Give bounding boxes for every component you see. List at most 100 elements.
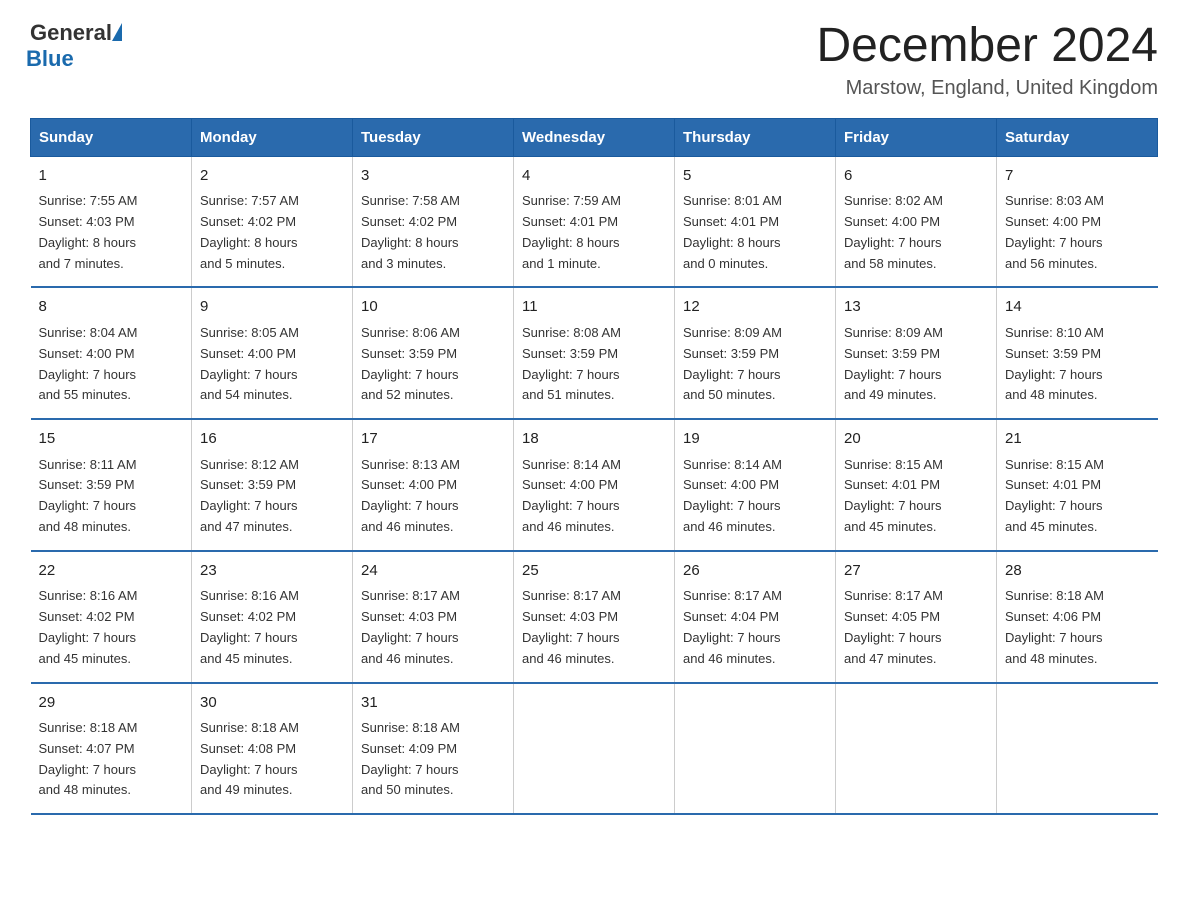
day-cell: 1 Sunrise: 7:55 AMSunset: 4:03 PMDayligh… xyxy=(31,156,192,287)
day-cell xyxy=(675,683,836,815)
day-cell: 24 Sunrise: 8:17 AMSunset: 4:03 PMDaylig… xyxy=(353,551,514,683)
day-cell: 12 Sunrise: 8:09 AMSunset: 3:59 PMDaylig… xyxy=(675,287,836,419)
day-info: Sunrise: 8:01 AMSunset: 4:01 PMDaylight:… xyxy=(683,191,827,274)
logo: General Blue xyxy=(30,20,122,72)
day-number: 11 xyxy=(522,296,666,319)
day-cell: 28 Sunrise: 8:18 AMSunset: 4:06 PMDaylig… xyxy=(997,551,1158,683)
day-info: Sunrise: 8:04 AMSunset: 4:00 PMDaylight:… xyxy=(39,323,184,406)
day-cell: 13 Sunrise: 8:09 AMSunset: 3:59 PMDaylig… xyxy=(836,287,997,419)
day-number: 12 xyxy=(683,296,827,319)
day-cell: 31 Sunrise: 8:18 AMSunset: 4:09 PMDaylig… xyxy=(353,683,514,815)
day-number: 24 xyxy=(361,560,505,583)
day-cell: 17 Sunrise: 8:13 AMSunset: 4:00 PMDaylig… xyxy=(353,419,514,551)
day-info: Sunrise: 8:18 AMSunset: 4:09 PMDaylight:… xyxy=(361,718,505,801)
day-info: Sunrise: 8:17 AMSunset: 4:05 PMDaylight:… xyxy=(844,586,988,669)
day-cell: 14 Sunrise: 8:10 AMSunset: 3:59 PMDaylig… xyxy=(997,287,1158,419)
day-info: Sunrise: 8:10 AMSunset: 3:59 PMDaylight:… xyxy=(1005,323,1150,406)
day-info: Sunrise: 8:02 AMSunset: 4:00 PMDaylight:… xyxy=(844,191,988,274)
day-cell: 11 Sunrise: 8:08 AMSunset: 3:59 PMDaylig… xyxy=(514,287,675,419)
day-number: 7 xyxy=(1005,165,1150,188)
day-info: Sunrise: 8:18 AMSunset: 4:08 PMDaylight:… xyxy=(200,718,344,801)
day-info: Sunrise: 8:11 AMSunset: 3:59 PMDaylight:… xyxy=(39,455,184,538)
day-cell: 2 Sunrise: 7:57 AMSunset: 4:02 PMDayligh… xyxy=(192,156,353,287)
logo-triangle-icon xyxy=(112,23,122,41)
day-cell: 4 Sunrise: 7:59 AMSunset: 4:01 PMDayligh… xyxy=(514,156,675,287)
day-number: 9 xyxy=(200,296,344,319)
day-info: Sunrise: 8:15 AMSunset: 4:01 PMDaylight:… xyxy=(844,455,988,538)
day-number: 10 xyxy=(361,296,505,319)
day-number: 21 xyxy=(1005,428,1150,451)
header-row: SundayMondayTuesdayWednesdayThursdayFrid… xyxy=(31,118,1158,156)
week-row-3: 15 Sunrise: 8:11 AMSunset: 3:59 PMDaylig… xyxy=(31,419,1158,551)
day-number: 14 xyxy=(1005,296,1150,319)
day-number: 25 xyxy=(522,560,666,583)
day-cell xyxy=(514,683,675,815)
day-info: Sunrise: 8:18 AMSunset: 4:07 PMDaylight:… xyxy=(39,718,184,801)
day-number: 18 xyxy=(522,428,666,451)
day-cell: 20 Sunrise: 8:15 AMSunset: 4:01 PMDaylig… xyxy=(836,419,997,551)
day-number: 27 xyxy=(844,560,988,583)
day-number: 22 xyxy=(39,560,184,583)
day-cell: 7 Sunrise: 8:03 AMSunset: 4:00 PMDayligh… xyxy=(997,156,1158,287)
day-cell: 23 Sunrise: 8:16 AMSunset: 4:02 PMDaylig… xyxy=(192,551,353,683)
day-cell: 27 Sunrise: 8:17 AMSunset: 4:05 PMDaylig… xyxy=(836,551,997,683)
week-row-4: 22 Sunrise: 8:16 AMSunset: 4:02 PMDaylig… xyxy=(31,551,1158,683)
day-cell: 5 Sunrise: 8:01 AMSunset: 4:01 PMDayligh… xyxy=(675,156,836,287)
week-row-5: 29 Sunrise: 8:18 AMSunset: 4:07 PMDaylig… xyxy=(31,683,1158,815)
day-number: 13 xyxy=(844,296,988,319)
day-cell: 30 Sunrise: 8:18 AMSunset: 4:08 PMDaylig… xyxy=(192,683,353,815)
page-header: General Blue December 2024 Marstow, Engl… xyxy=(30,20,1158,100)
logo-general-text: General xyxy=(30,20,112,46)
day-cell: 19 Sunrise: 8:14 AMSunset: 4:00 PMDaylig… xyxy=(675,419,836,551)
day-cell: 18 Sunrise: 8:14 AMSunset: 4:00 PMDaylig… xyxy=(514,419,675,551)
day-number: 28 xyxy=(1005,560,1150,583)
title-section: December 2024 Marstow, England, United K… xyxy=(816,20,1158,100)
day-cell: 10 Sunrise: 8:06 AMSunset: 3:59 PMDaylig… xyxy=(353,287,514,419)
day-info: Sunrise: 8:17 AMSunset: 4:03 PMDaylight:… xyxy=(522,586,666,669)
day-info: Sunrise: 8:14 AMSunset: 4:00 PMDaylight:… xyxy=(522,455,666,538)
day-info: Sunrise: 8:18 AMSunset: 4:06 PMDaylight:… xyxy=(1005,586,1150,669)
header-cell-tuesday: Tuesday xyxy=(353,118,514,156)
header-cell-friday: Friday xyxy=(836,118,997,156)
day-cell xyxy=(836,683,997,815)
header-cell-thursday: Thursday xyxy=(675,118,836,156)
day-number: 31 xyxy=(361,692,505,715)
day-cell: 26 Sunrise: 8:17 AMSunset: 4:04 PMDaylig… xyxy=(675,551,836,683)
day-info: Sunrise: 8:06 AMSunset: 3:59 PMDaylight:… xyxy=(361,323,505,406)
day-cell: 22 Sunrise: 8:16 AMSunset: 4:02 PMDaylig… xyxy=(31,551,192,683)
day-info: Sunrise: 8:03 AMSunset: 4:00 PMDaylight:… xyxy=(1005,191,1150,274)
day-cell: 3 Sunrise: 7:58 AMSunset: 4:02 PMDayligh… xyxy=(353,156,514,287)
week-row-1: 1 Sunrise: 7:55 AMSunset: 4:03 PMDayligh… xyxy=(31,156,1158,287)
day-number: 4 xyxy=(522,165,666,188)
day-info: Sunrise: 8:17 AMSunset: 4:03 PMDaylight:… xyxy=(361,586,505,669)
month-title: December 2024 xyxy=(816,20,1158,73)
day-number: 29 xyxy=(39,692,184,715)
day-info: Sunrise: 7:59 AMSunset: 4:01 PMDaylight:… xyxy=(522,191,666,274)
day-cell: 16 Sunrise: 8:12 AMSunset: 3:59 PMDaylig… xyxy=(192,419,353,551)
calendar-body: 1 Sunrise: 7:55 AMSunset: 4:03 PMDayligh… xyxy=(31,156,1158,814)
location-title: Marstow, England, United Kingdom xyxy=(816,77,1158,100)
day-number: 15 xyxy=(39,428,184,451)
day-number: 30 xyxy=(200,692,344,715)
day-number: 6 xyxy=(844,165,988,188)
day-number: 8 xyxy=(39,296,184,319)
day-cell: 21 Sunrise: 8:15 AMSunset: 4:01 PMDaylig… xyxy=(997,419,1158,551)
day-cell: 8 Sunrise: 8:04 AMSunset: 4:00 PMDayligh… xyxy=(31,287,192,419)
day-number: 2 xyxy=(200,165,344,188)
day-info: Sunrise: 7:58 AMSunset: 4:02 PMDaylight:… xyxy=(361,191,505,274)
day-info: Sunrise: 8:09 AMSunset: 3:59 PMDaylight:… xyxy=(844,323,988,406)
day-number: 1 xyxy=(39,165,184,188)
day-number: 17 xyxy=(361,428,505,451)
day-info: Sunrise: 8:12 AMSunset: 3:59 PMDaylight:… xyxy=(200,455,344,538)
header-cell-sunday: Sunday xyxy=(31,118,192,156)
header-cell-monday: Monday xyxy=(192,118,353,156)
day-cell xyxy=(997,683,1158,815)
day-cell: 29 Sunrise: 8:18 AMSunset: 4:07 PMDaylig… xyxy=(31,683,192,815)
logo-blue-text: Blue xyxy=(26,46,122,72)
day-number: 20 xyxy=(844,428,988,451)
day-cell: 9 Sunrise: 8:05 AMSunset: 4:00 PMDayligh… xyxy=(192,287,353,419)
day-info: Sunrise: 8:14 AMSunset: 4:00 PMDaylight:… xyxy=(683,455,827,538)
day-info: Sunrise: 8:09 AMSunset: 3:59 PMDaylight:… xyxy=(683,323,827,406)
day-number: 26 xyxy=(683,560,827,583)
header-cell-wednesday: Wednesday xyxy=(514,118,675,156)
